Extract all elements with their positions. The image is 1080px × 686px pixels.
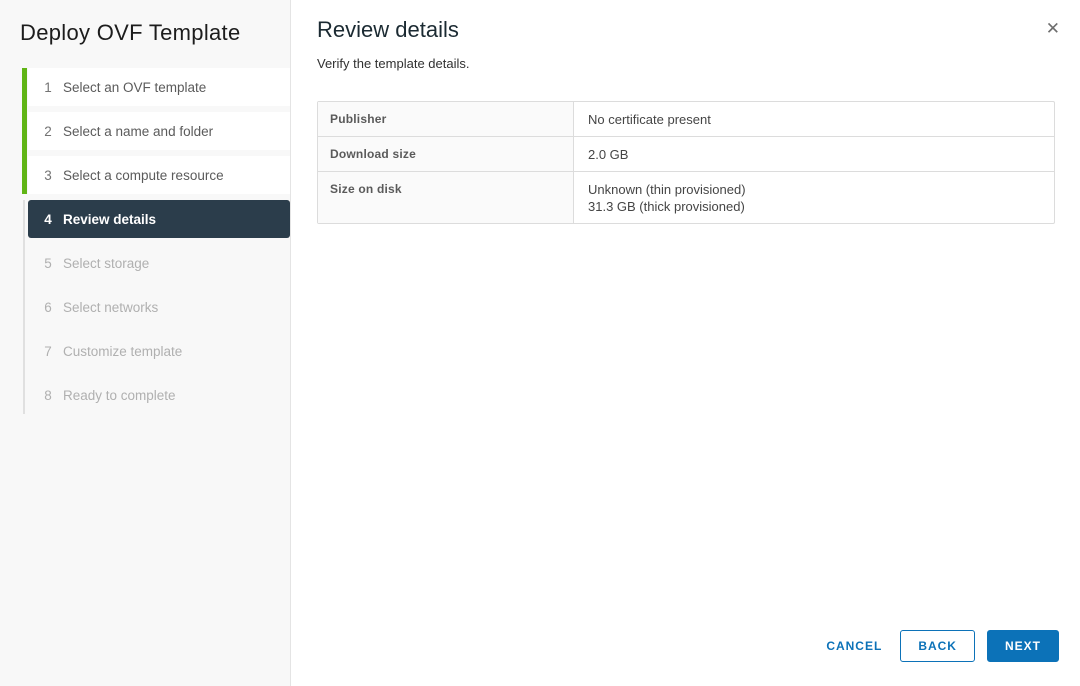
step-label: Select storage	[63, 256, 149, 271]
dialog-title: Deploy OVF Template	[20, 20, 272, 46]
page-subtitle: Verify the template details.	[317, 56, 1055, 71]
step-number: 6	[42, 300, 54, 315]
footer-actions: CANCEL BACK NEXT	[816, 630, 1059, 662]
detail-value: No certificate present	[588, 111, 1040, 128]
step-number: 4	[42, 212, 54, 227]
detail-value: Unknown (thin provisioned)	[588, 181, 1040, 198]
close-icon: ✕	[1046, 19, 1060, 38]
detail-value-cell: 2.0 GB	[574, 136, 1054, 171]
detail-value-cell: Unknown (thin provisioned)31.3 GB (thick…	[574, 171, 1054, 223]
step-label: Select an OVF template	[63, 80, 206, 95]
progress-rail-upcoming	[23, 200, 25, 414]
detail-label: Size on disk	[318, 171, 574, 223]
deploy-ovf-template-dialog: Deploy OVF Template 1 Select an OVF templ…	[0, 0, 1080, 686]
detail-value-cell: No certificate present	[574, 102, 1054, 136]
step-label: Select a name and folder	[63, 124, 213, 139]
details-table-body: Publisher No certificate present Download …	[318, 102, 1054, 223]
step-label: Review details	[63, 212, 156, 227]
progress-rail-completed	[22, 68, 27, 194]
next-button[interactable]: NEXT	[987, 630, 1059, 662]
details-table: Publisher No certificate present Download …	[317, 101, 1055, 224]
wizard-step-6: 6 Select networks	[28, 288, 290, 326]
wizard-steps: 1 Select an OVF template 2 Select a name an…	[22, 68, 290, 414]
step-number: 8	[42, 388, 54, 403]
step-number: 5	[42, 256, 54, 271]
wizard-step-4[interactable]: 4 Review details	[28, 200, 290, 238]
step-label: Select networks	[63, 300, 158, 315]
step-number: 1	[42, 80, 54, 95]
table-row: Download size 2.0 GB	[318, 136, 1054, 171]
step-number: 2	[42, 124, 54, 139]
step-label: Select a compute resource	[63, 168, 224, 183]
table-row: Size on diskUnknown (thin provisioned)31…	[318, 171, 1054, 223]
wizard-sidebar: Deploy OVF Template 1 Select an OVF templ…	[0, 0, 291, 686]
table-row: Publisher No certificate present	[318, 102, 1054, 136]
detail-label: Download size	[318, 136, 574, 171]
detail-value: 31.3 GB (thick provisioned)	[588, 198, 1040, 215]
detail-label: Publisher	[318, 102, 574, 136]
wizard-step-2[interactable]: 2 Select a name and folder	[28, 112, 290, 150]
wizard-step-1[interactable]: 1 Select an OVF template	[28, 68, 290, 106]
page-title: Review details	[317, 17, 1055, 43]
step-number: 7	[42, 344, 54, 359]
back-button[interactable]: BACK	[900, 630, 975, 662]
wizard-content-pane: ✕ Review details Verify the template det…	[291, 0, 1080, 686]
cancel-button[interactable]: CANCEL	[816, 630, 892, 662]
wizard-step-7: 7 Customize template	[28, 332, 290, 370]
close-button[interactable]: ✕	[1042, 18, 1064, 39]
wizard-step-8: 8 Ready to complete	[28, 376, 290, 414]
step-number: 3	[42, 168, 54, 183]
detail-value: 2.0 GB	[588, 146, 1040, 163]
step-label: Ready to complete	[63, 388, 176, 403]
step-label: Customize template	[63, 344, 182, 359]
wizard-step-5: 5 Select storage	[28, 244, 290, 282]
wizard-step-3[interactable]: 3 Select a compute resource	[28, 156, 290, 194]
